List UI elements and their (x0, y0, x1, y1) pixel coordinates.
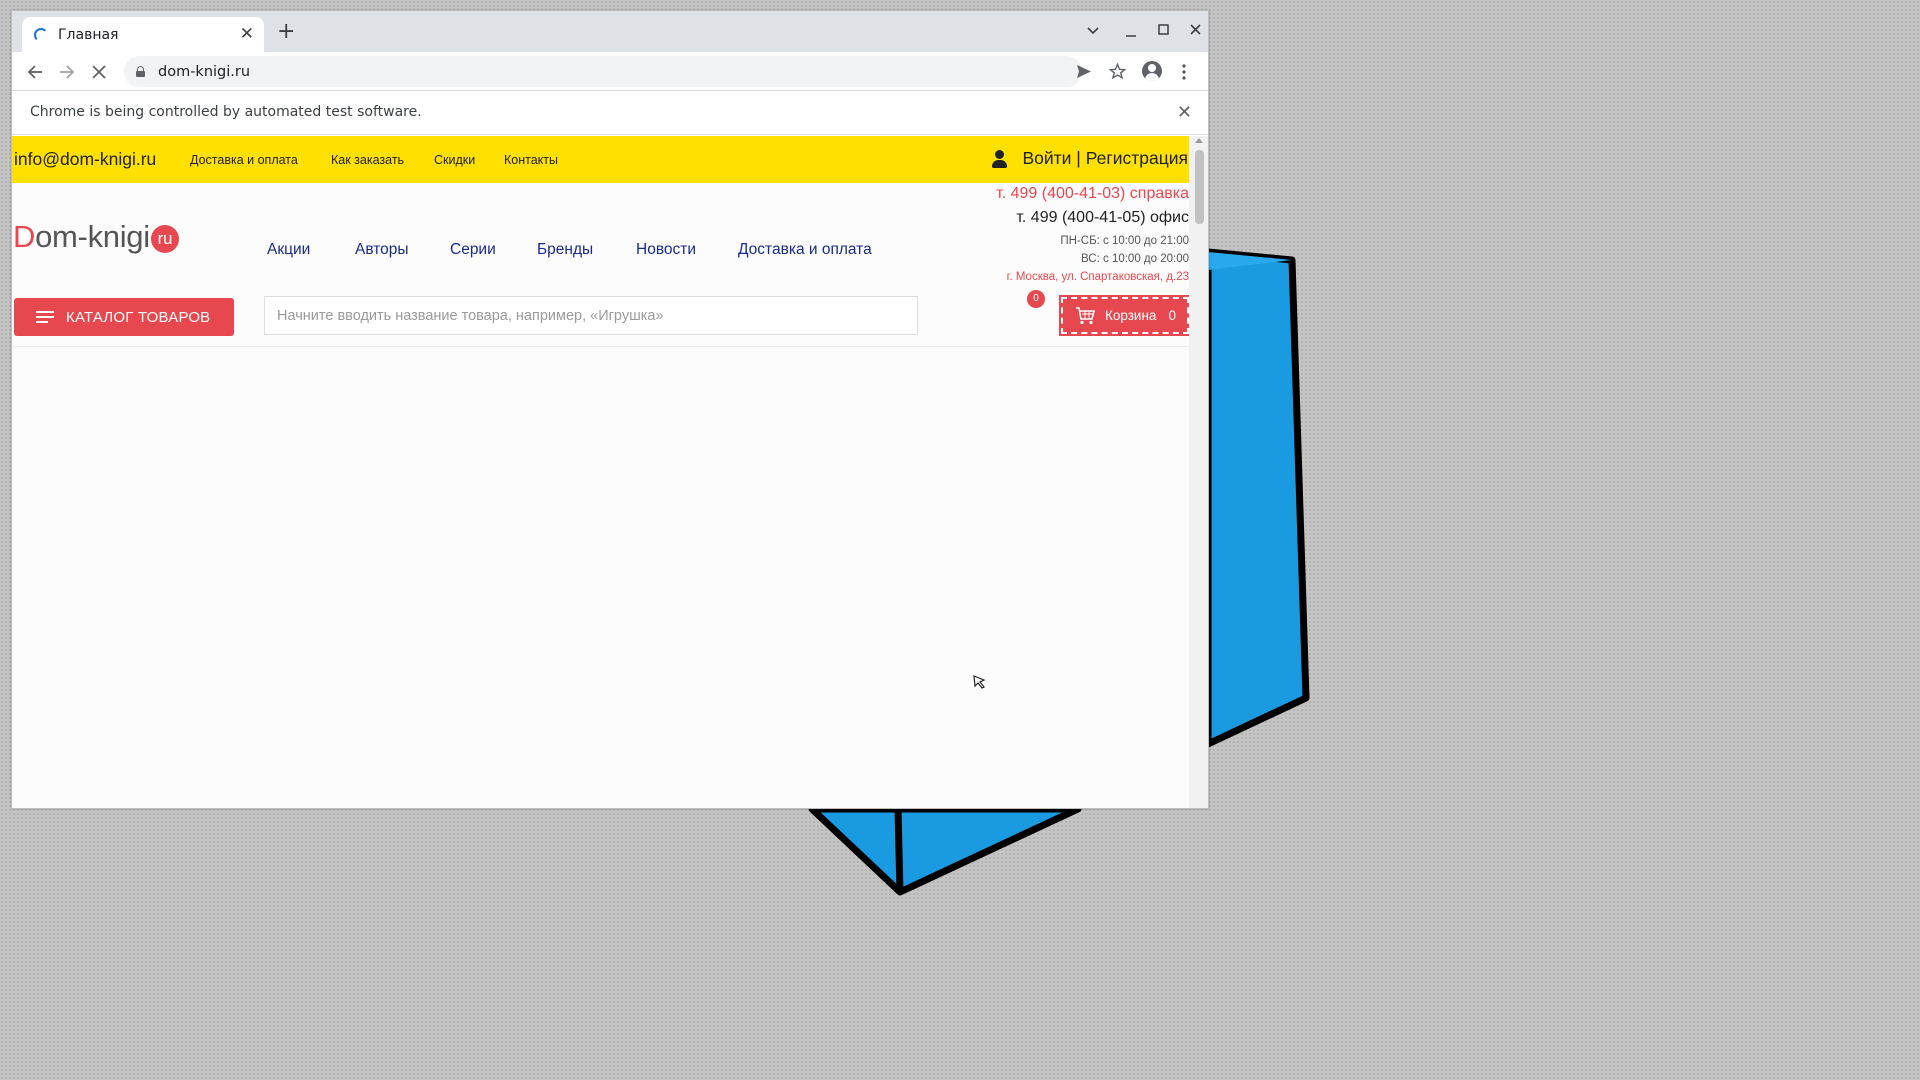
cart-count: 0 (1168, 308, 1176, 323)
lock-icon (136, 66, 145, 77)
nav-authors[interactable]: Авторы (355, 241, 409, 259)
address-bar[interactable]: dom-knigi.ru (124, 56, 1082, 87)
catalog-button[interactable]: КАТАЛОГ ТОВАРОВ (14, 298, 234, 336)
cart-icon (1076, 306, 1095, 324)
stop-icon[interactable] (92, 65, 106, 79)
hamburger-icon (36, 311, 54, 323)
back-icon[interactable] (27, 64, 43, 80)
url-text[interactable]: dom-knigi.ru (158, 64, 250, 80)
header-divider (12, 346, 1189, 347)
new-tab-button[interactable]: + (277, 21, 295, 43)
mouse-cursor-icon (973, 675, 986, 689)
site-logo[interactable]: Dom-knigi ru (13, 219, 179, 255)
close-icon[interactable] (1190, 24, 1201, 35)
tab-strip: Главная ✕ + (12, 11, 1208, 52)
tab-main[interactable]: Главная ✕ (22, 17, 264, 52)
hours-sunday: ВС: с 10:00 до 20:00 (1081, 253, 1189, 265)
profile-icon[interactable] (1142, 61, 1162, 81)
loading-spinner-icon (34, 27, 48, 42)
search-row: КАТАЛОГ ТОВАРОВ 0 Корзина 0 (12, 290, 1191, 346)
toplink-discounts[interactable]: Скидки (434, 153, 475, 167)
phone-office[interactable]: т. 499 (400-41-05) офис (1016, 209, 1189, 227)
maximize-icon[interactable] (1158, 24, 1169, 35)
logo-badge: ru (150, 225, 179, 253)
site-header: Dom-knigi ru Акции Авторы Серии Бренды Но… (12, 183, 1189, 296)
star-icon[interactable] (1109, 63, 1126, 80)
nav-brands[interactable]: Бренды (537, 241, 593, 259)
logo-d: D (13, 219, 36, 254)
forward-icon[interactable] (59, 64, 75, 80)
search-input[interactable] (264, 296, 918, 335)
toplink-delivery[interactable]: Доставка и оплата (190, 153, 298, 167)
page-scrollbar[interactable] (1189, 136, 1208, 808)
cart-button[interactable]: Корзина 0 (1059, 295, 1191, 336)
login-register-link[interactable]: Войти | Регистрация (992, 148, 1188, 169)
infobar-close-icon[interactable]: ✕ (1177, 102, 1192, 123)
tab-title: Главная (58, 26, 119, 43)
page-viewport: info@dom-knigi.ru Доставка и оплата Как … (12, 136, 1208, 808)
nav-promotions[interactable]: Акции (267, 241, 310, 259)
menu-icon[interactable] (1182, 64, 1186, 80)
nav-delivery[interactable]: Доставка и оплата (738, 241, 872, 259)
login-text: Войти | Регистрация (1022, 148, 1188, 168)
catalog-button-label: КАТАЛОГ ТОВАРОВ (66, 308, 211, 326)
nav-news[interactable]: Новости (636, 241, 696, 259)
automation-infobar: Chrome is being controlled by automated … (12, 92, 1208, 135)
browser-window: Главная ✕ + dom-knigi.ru Chrome is being… (11, 10, 1209, 809)
send-icon[interactable] (1076, 64, 1092, 79)
toplink-how-to-order[interactable]: Как заказать (331, 153, 404, 167)
user-icon (992, 149, 1008, 168)
phone-help[interactable]: т. 499 (400-41-03) справка (996, 185, 1189, 203)
hours-weekdays: ПН-СБ: с 10:00 до 21:00 (1060, 235, 1189, 247)
tab-close-icon[interactable]: ✕ (240, 25, 254, 43)
chevron-down-icon[interactable] (1087, 27, 1099, 35)
scroll-up-arrow-icon[interactable] (1195, 138, 1203, 143)
email-link[interactable]: info@dom-knigi.ru (14, 149, 156, 170)
infobar-text: Chrome is being controlled by automated … (30, 104, 422, 120)
logo-text: om-knigi (35, 219, 150, 254)
address: г. Москва, ул. Спартаковская, д.23 (1006, 271, 1189, 283)
minimize-icon[interactable] (1126, 25, 1136, 37)
site-topbar: info@dom-knigi.ru Доставка и оплата Как … (12, 136, 1189, 183)
toplink-contacts[interactable]: Контакты (504, 153, 558, 167)
nav-series[interactable]: Серии (450, 241, 496, 259)
compare-count-badge[interactable]: 0 (1027, 290, 1045, 308)
scroll-thumb[interactable] (1195, 150, 1204, 224)
cart-label: Корзина (1105, 308, 1157, 323)
browser-toolbar: dom-knigi.ru (12, 52, 1208, 91)
